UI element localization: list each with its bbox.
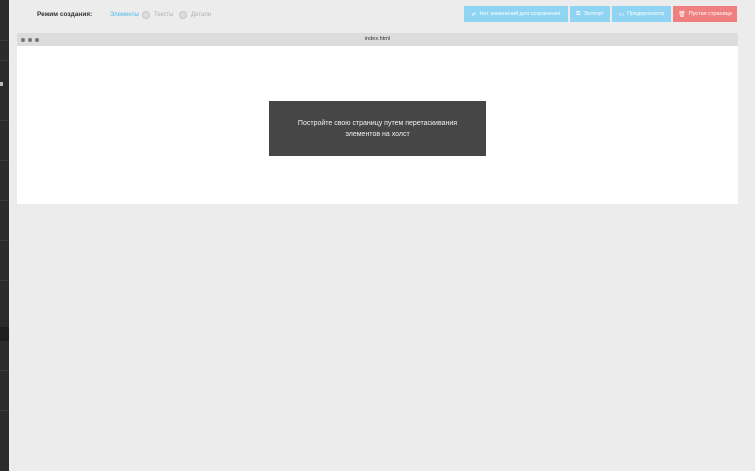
check-icon: ✔ xyxy=(471,11,477,18)
export-button[interactable]: ⧉ Экспорт xyxy=(570,6,610,22)
left-sidebar xyxy=(0,0,9,471)
browser-frame: index.html Постройте свою страницу путем… xyxy=(17,33,738,204)
mode-radio-label: Детали xyxy=(191,12,212,18)
radio-icon xyxy=(179,11,187,19)
preview-button[interactable]: ▭ Предпросмотр xyxy=(612,6,671,22)
sidebar-collapse-handle[interactable] xyxy=(0,82,3,86)
trash-icon: 🗑 xyxy=(678,11,686,18)
mode-label: Режим создания: xyxy=(37,11,93,18)
save-button-label: Нет изменений для сохранения xyxy=(479,11,561,17)
mode-radio-label: Элементы xyxy=(110,12,139,18)
canvas-hint: Постройте свою страницу путем перетаскив… xyxy=(269,101,486,156)
sidebar-marker xyxy=(0,327,9,341)
radio-icon xyxy=(142,11,150,19)
clear-page-button-label: Пустая страница xyxy=(688,11,732,17)
mode-radio-elements[interactable]: Элементы xyxy=(98,9,139,21)
browser-frame-bar: index.html xyxy=(17,33,738,46)
frame-title: index.html xyxy=(364,36,391,42)
mode-radio-label: Тексты xyxy=(154,12,174,18)
toolbar: Режим создания: Элементы Тексты Детали ✔… xyxy=(9,0,755,30)
radio-icon xyxy=(98,11,106,19)
export-button-label: Экспорт xyxy=(583,11,604,17)
preview-icon: ▭ xyxy=(618,11,625,18)
canvas-hint-text: Постройте свою страницу путем перетаскив… xyxy=(297,119,458,138)
save-button[interactable]: ✔ Нет изменений для сохранения xyxy=(464,6,568,22)
export-icon: ⧉ xyxy=(576,10,581,17)
preview-button-label: Предпросмотр xyxy=(627,11,665,17)
drop-canvas[interactable]: Постройте свою страницу путем перетаскив… xyxy=(17,46,738,204)
mode-radio-details[interactable]: Детали xyxy=(179,9,211,21)
mode-radio-texts[interactable]: Тексты xyxy=(142,9,173,21)
clear-page-button[interactable]: 🗑 Пустая страница xyxy=(673,6,737,22)
